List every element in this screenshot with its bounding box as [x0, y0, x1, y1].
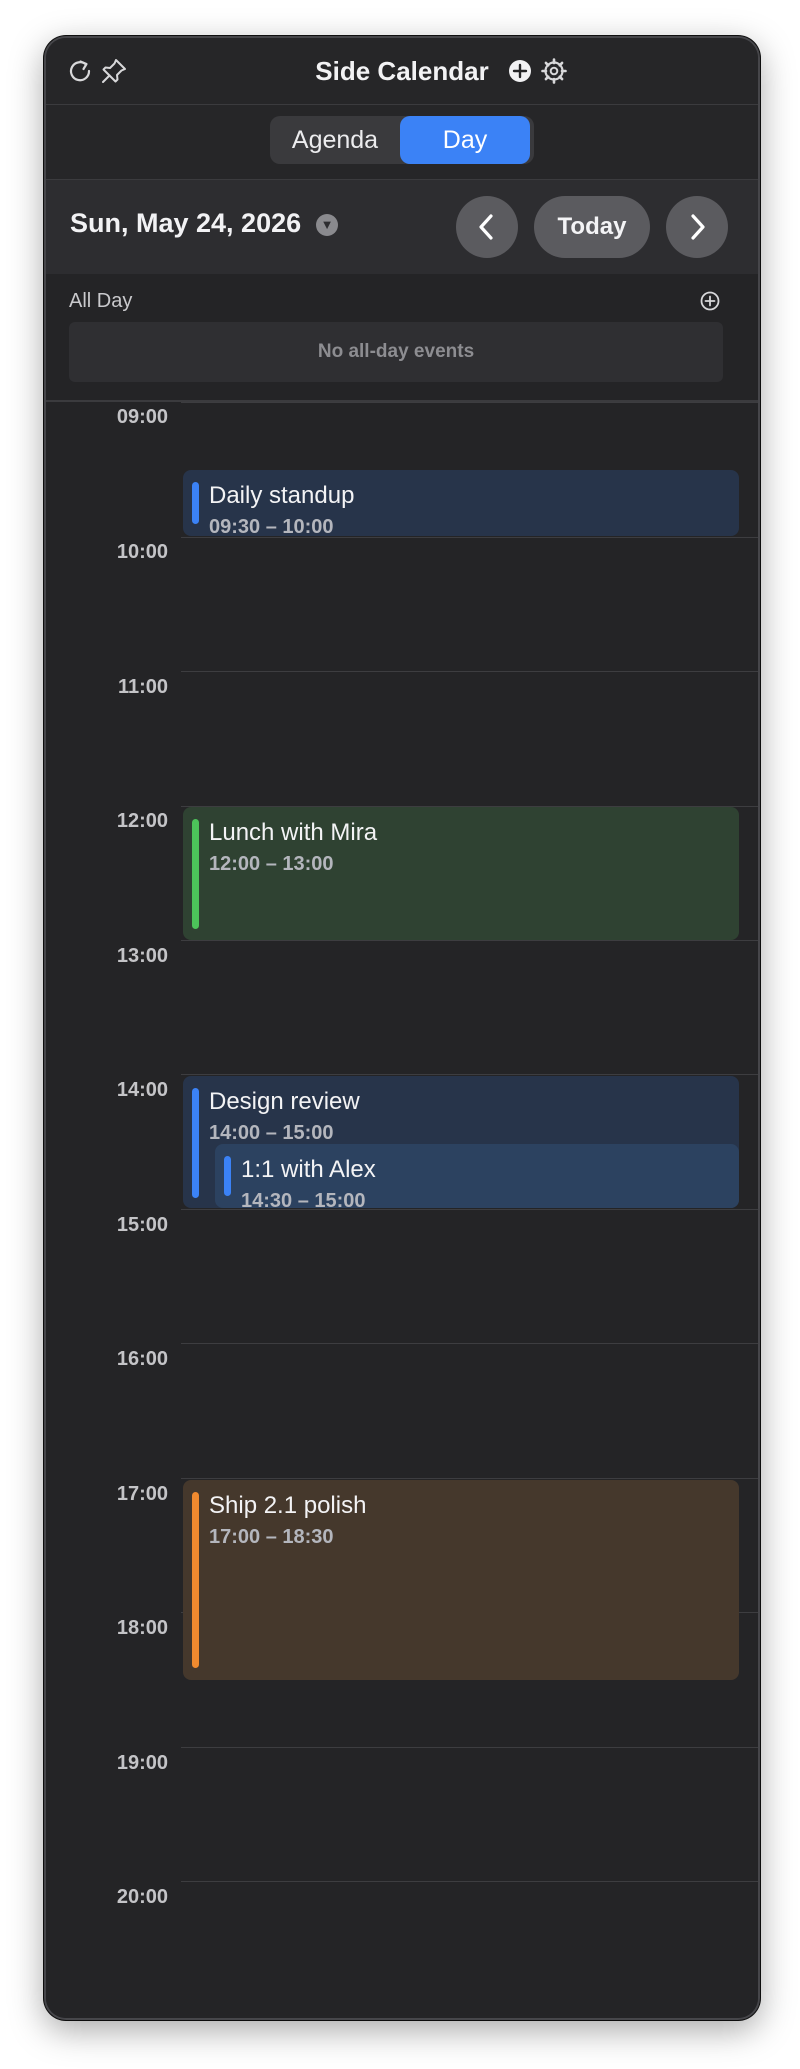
- hour-gridline: [181, 671, 758, 672]
- hour-label: 13:00: [116, 945, 168, 967]
- app-title: Side Calendar: [315, 56, 489, 86]
- event-title: Ship 2.1 polish: [209, 1492, 367, 1519]
- event-color-bar: [192, 1088, 199, 1198]
- event-title: Design review: [209, 1088, 360, 1115]
- previous-day-button[interactable]: [456, 196, 518, 258]
- agenda-tab[interactable]: Agenda: [270, 116, 400, 164]
- event-ship-polish[interactable]: Ship 2.1 polish 17:00 – 18:30: [183, 1480, 739, 1680]
- all-day-empty: No all-day events: [69, 322, 723, 382]
- event-time: 12:00 – 13:00: [209, 853, 334, 875]
- hour-label: 12:00: [116, 810, 168, 832]
- event-time: 17:00 – 18:30: [209, 1526, 334, 1548]
- hour-gridline: [181, 1209, 758, 1210]
- hour-gridline: [181, 1881, 758, 1882]
- view-switch-bar: Agenda Day: [46, 105, 758, 180]
- event-time: 09:30 – 10:00: [209, 516, 334, 536]
- chevron-down-icon[interactable]: ▼: [316, 214, 338, 236]
- hour-gridline: [181, 402, 758, 403]
- hour-gridline: [181, 1343, 758, 1344]
- today-button[interactable]: Today: [534, 196, 650, 258]
- event-title: 1:1 with Alex: [241, 1156, 376, 1183]
- chevron-left-icon: [479, 214, 493, 240]
- hour-label: 19:00: [116, 1752, 168, 1774]
- event-color-bar: [192, 482, 199, 524]
- hour-gridline: [181, 1747, 758, 1748]
- date-navigation: Sun, May 24, 2026 ▼ Today: [46, 180, 758, 274]
- event-time: 14:30 – 15:00: [241, 1190, 366, 1208]
- hour-gridline: [181, 1478, 758, 1479]
- hour-label: 10:00: [116, 541, 168, 563]
- chevron-right-icon: [691, 214, 705, 240]
- next-day-button[interactable]: [666, 196, 728, 258]
- hour-label: 16:00: [116, 1348, 168, 1370]
- hour-label: 15:00: [116, 1214, 168, 1236]
- hour-label: 20:00: [116, 1886, 168, 1908]
- event-time: 14:00 – 15:00: [209, 1122, 334, 1144]
- hour-gridline: [181, 1074, 758, 1075]
- gear-icon[interactable]: [538, 55, 570, 87]
- event-title: Daily standup: [209, 482, 355, 509]
- event-title: Lunch with Mira: [209, 819, 378, 846]
- event-color-bar: [224, 1156, 231, 1196]
- add-circle-icon[interactable]: [504, 55, 536, 87]
- hour-label: 18:00: [116, 1617, 168, 1639]
- all-day-section: All Day No all-day events: [46, 274, 758, 402]
- view-segmented-control: Agenda Day: [270, 116, 534, 164]
- event-color-bar: [192, 819, 199, 929]
- hour-gridline: [181, 537, 758, 538]
- hour-label: 09:00: [116, 406, 168, 428]
- hour-label: 14:00: [116, 1079, 168, 1101]
- hour-gridline: [181, 940, 758, 941]
- add-all-day-icon[interactable]: [698, 289, 722, 313]
- all-day-label: All Day: [69, 290, 133, 312]
- calendar-window: Side Calendar Agenda Day Sun, May 24, 20…: [44, 36, 760, 2020]
- day-tab[interactable]: Day: [400, 116, 530, 164]
- current-date[interactable]: Sun, May 24, 2026: [70, 208, 301, 239]
- event-lunch-with-mira[interactable]: Lunch with Mira 12:00 – 13:00: [183, 807, 739, 940]
- event-color-bar: [192, 1492, 199, 1668]
- event-daily-standup[interactable]: Daily standup 09:30 – 10:00: [183, 470, 739, 536]
- day-timeline[interactable]: 09:00 10:00 11:00 12:00 13:00 14:00 15:0…: [46, 402, 758, 2018]
- hour-label: 17:00: [116, 1483, 168, 1505]
- title-bar: Side Calendar: [46, 38, 758, 105]
- hour-label: 11:00: [117, 676, 168, 698]
- event-one-on-one-alex[interactable]: 1:1 with Alex 14:30 – 15:00: [215, 1144, 739, 1208]
